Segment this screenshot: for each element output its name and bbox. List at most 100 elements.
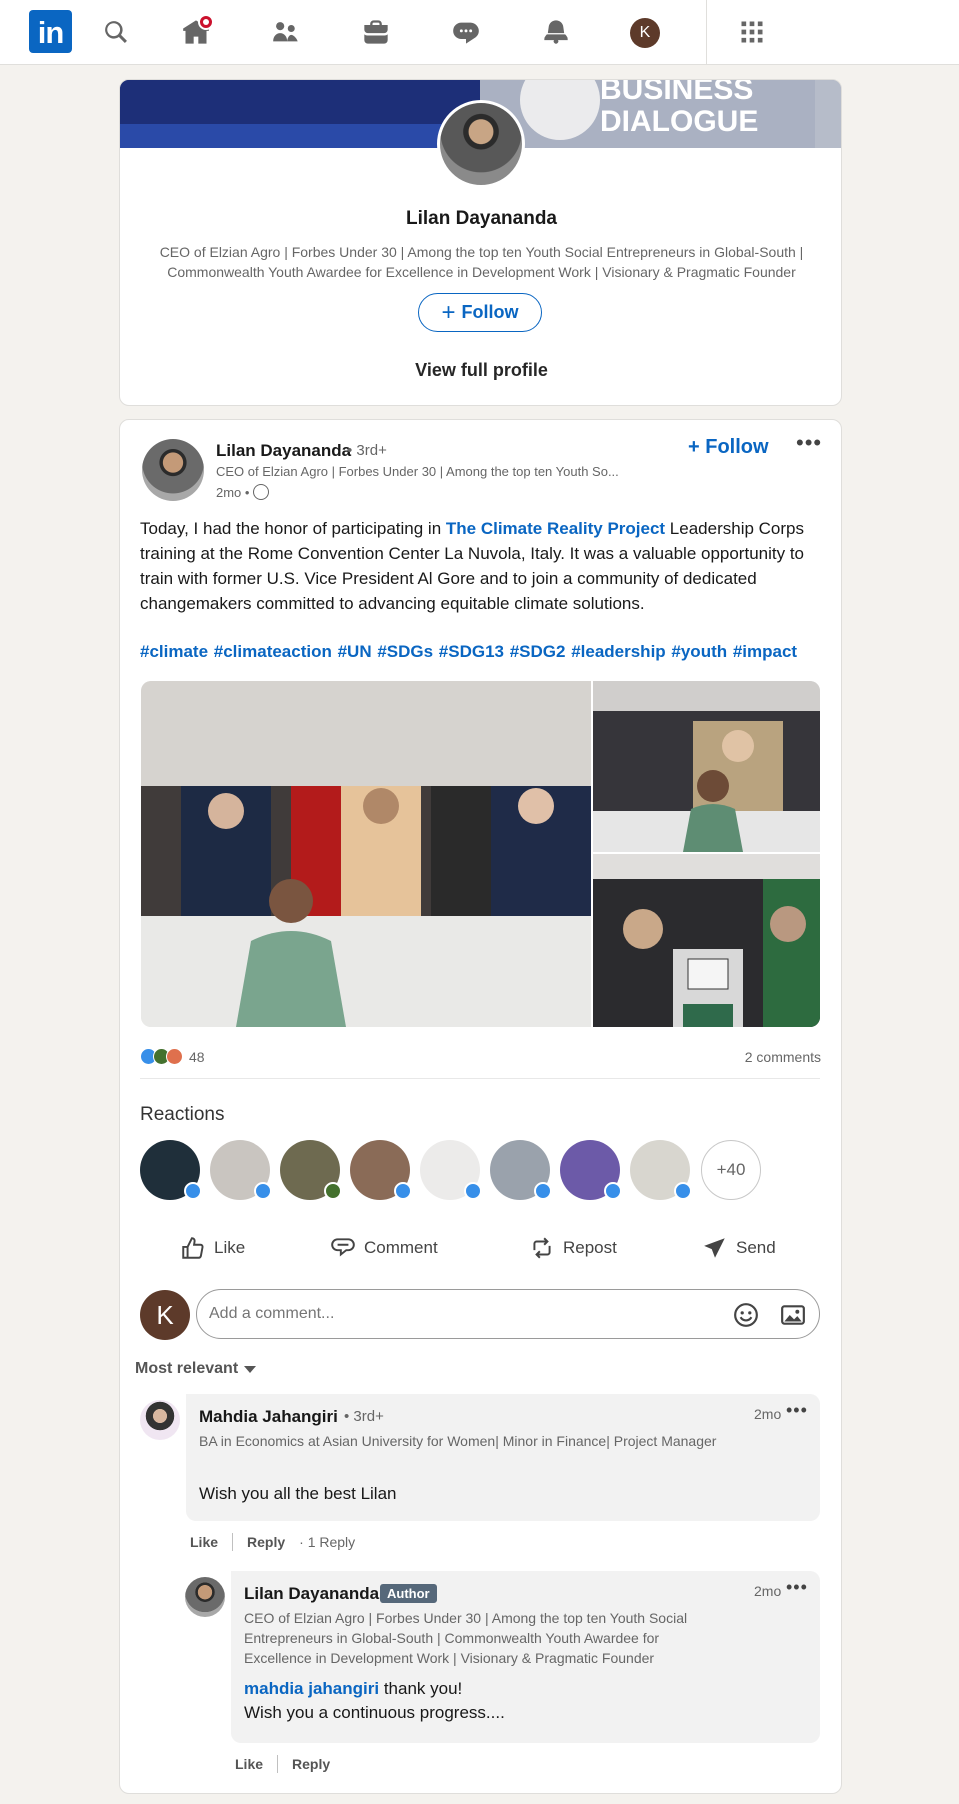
more-reactors-button[interactable]: +40 [701, 1140, 761, 1200]
post-text-part: Today, I had the honor of participating … [140, 519, 446, 538]
post-follow-button[interactable]: + Follow [688, 436, 769, 459]
reply-author-headline: CEO of Elzian Agro | Forbes Under 30 | A… [244, 1610, 688, 1666]
like-label: Like [214, 1238, 246, 1257]
reply-author-avatar[interactable] [185, 1577, 225, 1617]
like-badge-icon [254, 1182, 272, 1200]
commenter-name[interactable]: Mahdia Jahangiri [199, 1407, 338, 1427]
search-icon[interactable] [100, 16, 132, 48]
like-badge-icon [604, 1182, 622, 1200]
reactions-summary[interactable]: 48 [140, 1048, 205, 1065]
sort-comments-dropdown[interactable]: Most relevant [135, 1360, 257, 1378]
apps-grid-icon[interactable] [736, 16, 768, 48]
jobs-icon[interactable] [360, 16, 392, 48]
reactor-avatar[interactable] [420, 1140, 482, 1200]
commenter-headline: BA in Economics at Asian University for … [199, 1433, 717, 1449]
follow-label: Follow [461, 302, 519, 322]
post-author-degree: • 3rd+ [347, 442, 387, 459]
love-reaction-icon [166, 1048, 183, 1065]
post-author-name[interactable]: Lilan Dayananda [216, 441, 351, 461]
profile-follow-button[interactable]: + Follow [418, 293, 542, 332]
post-author-avatar[interactable] [142, 439, 204, 501]
reactor-avatar[interactable] [140, 1140, 202, 1200]
comment-label: Comment [364, 1238, 438, 1257]
photo-icon[interactable] [780, 1302, 806, 1328]
reactor-avatar[interactable] [350, 1140, 412, 1200]
globe-icon [253, 484, 270, 500]
home-icon[interactable] [180, 14, 214, 48]
comment-button[interactable]: Comment [330, 1228, 438, 1268]
comment-more-icon[interactable]: ••• [786, 1400, 808, 1421]
my-avatar[interactable]: K [140, 1290, 190, 1340]
reactions-title: Reactions [140, 1104, 225, 1125]
messaging-icon[interactable] [450, 16, 482, 48]
notification-badge [198, 14, 214, 30]
comment-input-box[interactable] [196, 1289, 820, 1339]
repost-icon [533, 1237, 551, 1259]
post-hashtags[interactable]: #climate #climateaction #UN #SDGs #SDG13… [140, 642, 797, 662]
view-full-profile-link[interactable]: View full profile [120, 360, 841, 381]
notifications-icon[interactable] [540, 16, 572, 48]
divider [140, 1078, 820, 1079]
comment-actions: Like Reply · 1 Reply [190, 1533, 355, 1551]
reply-time: 2mo [754, 1583, 782, 1599]
reply-more-icon[interactable]: ••• [786, 1577, 808, 1598]
plus-icon: + [441, 298, 456, 326]
like-button[interactable]: Like [180, 1228, 245, 1268]
separator [277, 1755, 279, 1773]
profile-headline: CEO of Elzian Agro | Forbes Under 30 | A… [159, 244, 804, 280]
send-button[interactable]: Send [702, 1228, 776, 1268]
sort-label: Most relevant [135, 1360, 239, 1377]
banner-title: BUSINESS DIALOGUE [600, 79, 759, 138]
post-card: Lilan Dayananda • 3rd+ CEO of Elzian Agr… [119, 419, 842, 1794]
my-network-icon[interactable] [270, 16, 302, 48]
like-icon [182, 1237, 204, 1259]
reaction-count: 48 [189, 1048, 205, 1065]
like-badge-icon [394, 1182, 412, 1200]
post-author-headline: CEO of Elzian Agro | Forbes Under 30 | A… [216, 464, 619, 479]
commenter-avatar[interactable] [140, 1400, 180, 1440]
reply-author-name[interactable]: Lilan Dayananda [244, 1584, 379, 1604]
profile-photo[interactable] [437, 100, 525, 188]
reply-count[interactable]: · 1 Reply [299, 1534, 355, 1550]
post-follow-label: Follow [705, 436, 769, 458]
repost-button[interactable]: Repost [529, 1228, 617, 1268]
comment-input[interactable] [209, 1302, 709, 1326]
post-image-bottom-right[interactable] [593, 854, 820, 1027]
plus-icon: + [688, 436, 700, 458]
comment-like-button[interactable]: Like [190, 1534, 218, 1550]
top-nav: in K [0, 0, 959, 65]
like-badge-icon [184, 1182, 202, 1200]
caret-down-icon [244, 1365, 257, 1373]
reactor-avatar[interactable] [560, 1140, 622, 1200]
reply-bubble: Lilan Dayananda Author 2mo ••• CEO of El… [231, 1571, 820, 1743]
climate-reality-link[interactable]: The Climate Reality Project [446, 519, 665, 538]
post-timestamp: 2mo • [216, 484, 270, 500]
comment-reply-button[interactable]: Reply [247, 1534, 285, 1550]
profile-card: BUSINESS DIALOGUE Lilan Dayananda CEO of… [119, 79, 842, 406]
post-image-main[interactable] [141, 681, 591, 1027]
emoji-icon[interactable] [733, 1302, 759, 1328]
comments-count-link[interactable]: 2 comments [745, 1049, 821, 1065]
post-more-menu-icon[interactable]: ••• [796, 430, 822, 456]
comment-icon [331, 1238, 355, 1257]
me-avatar[interactable]: K [630, 18, 660, 48]
reply-text-line2: Wish you a continuous progress.... [244, 1703, 505, 1722]
post-time-text: 2mo • [216, 484, 250, 500]
reply-text: mahdia jahangiri thank you! Wish you a c… [244, 1677, 804, 1725]
reply-like-button[interactable]: Like [235, 1756, 263, 1772]
post-text: Today, I had the honor of participating … [140, 516, 820, 616]
reply-reply-button[interactable]: Reply [292, 1756, 330, 1772]
profile-name[interactable]: Lilan Dayananda [120, 208, 841, 230]
reactor-avatar[interactable] [210, 1140, 272, 1200]
commenter-degree: • 3rd+ [344, 1408, 384, 1425]
comment-text: Wish you all the best Lilan [199, 1484, 397, 1503]
reactor-avatar[interactable] [490, 1140, 552, 1200]
like-badge-icon [464, 1182, 482, 1200]
reactor-avatar[interactable] [630, 1140, 692, 1200]
linkedin-logo[interactable]: in [29, 10, 72, 53]
send-icon [704, 1238, 725, 1258]
mention-link[interactable]: mahdia jahangiri [244, 1679, 379, 1698]
reactor-avatar[interactable] [280, 1140, 342, 1200]
like-badge-icon [534, 1182, 552, 1200]
post-image-top-right[interactable] [593, 681, 820, 852]
